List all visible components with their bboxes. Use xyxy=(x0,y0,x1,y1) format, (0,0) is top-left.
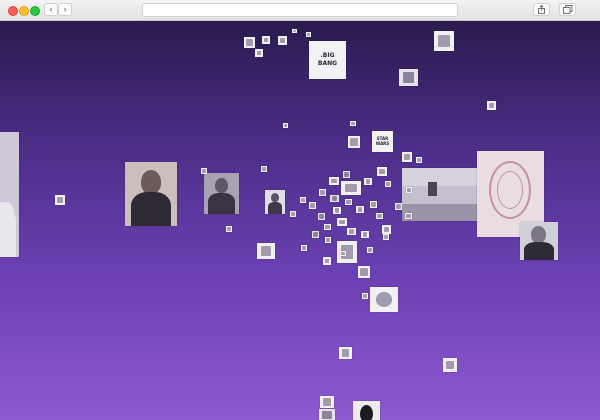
portrait-tile[interactable] xyxy=(520,222,558,260)
browser-window: ‹ › .BIG BANG STAR WARS xyxy=(0,0,600,420)
image-tile[interactable] xyxy=(257,243,275,259)
image-tile[interactable] xyxy=(347,228,356,235)
image-tile[interactable] xyxy=(385,181,391,187)
card-line-1: .BIG xyxy=(320,52,335,59)
image-tile[interactable] xyxy=(395,203,402,210)
zoom-icon[interactable] xyxy=(30,6,40,16)
share-icon xyxy=(538,5,545,14)
image-tile[interactable] xyxy=(325,237,331,243)
image-tile[interactable] xyxy=(283,123,288,128)
landscape-tile[interactable] xyxy=(402,168,477,221)
image-tile[interactable] xyxy=(337,218,347,226)
image-tile[interactable] xyxy=(340,251,346,256)
image-tile[interactable] xyxy=(301,245,307,251)
image-tile[interactable] xyxy=(376,213,383,219)
image-tile[interactable] xyxy=(261,166,267,172)
image-tile[interactable] xyxy=(319,189,326,196)
image-tile[interactable] xyxy=(362,293,368,299)
chevron-left-icon: ‹ xyxy=(49,4,53,14)
image-tile[interactable] xyxy=(341,181,361,195)
image-tile[interactable] xyxy=(323,257,331,265)
image-tile[interactable] xyxy=(312,231,319,238)
minimize-icon[interactable] xyxy=(19,6,29,16)
image-tile[interactable] xyxy=(292,29,297,33)
image-tile[interactable] xyxy=(405,213,412,219)
portrait-tile[interactable] xyxy=(204,173,239,214)
image-tile[interactable] xyxy=(262,36,270,44)
image-tile[interactable] xyxy=(318,213,325,220)
image-tile[interactable] xyxy=(356,206,364,213)
image-tile[interactable] xyxy=(364,178,372,185)
forward-button[interactable]: › xyxy=(58,3,72,16)
image-tile[interactable] xyxy=(278,36,287,45)
image-tile[interactable] xyxy=(434,31,454,51)
image-tile[interactable] xyxy=(201,168,207,174)
image-tile[interactable] xyxy=(306,32,311,37)
image-tile[interactable] xyxy=(370,201,377,208)
image-cloud-canvas[interactable]: .BIG BANG STAR WARS xyxy=(0,21,600,420)
image-tile[interactable] xyxy=(443,358,457,372)
image-tile[interactable] xyxy=(382,225,391,234)
image-tile[interactable] xyxy=(402,152,412,162)
chevron-right-icon: › xyxy=(63,4,67,14)
image-tile[interactable] xyxy=(399,69,418,86)
image-tile[interactable] xyxy=(329,177,339,185)
image-tile[interactable] xyxy=(290,211,296,217)
image-tile[interactable] xyxy=(339,347,352,359)
image-tile[interactable] xyxy=(55,195,65,205)
address-bar[interactable] xyxy=(142,3,458,17)
image-tile[interactable] xyxy=(367,247,373,253)
back-button[interactable]: ‹ xyxy=(44,3,58,16)
card-line-2: BANG xyxy=(317,60,338,67)
image-tile[interactable] xyxy=(487,101,496,110)
image-tile[interactable] xyxy=(300,197,306,203)
image-tile[interactable] xyxy=(319,409,335,420)
image-tile[interactable] xyxy=(377,167,387,176)
tabs-icon xyxy=(563,5,573,14)
tabs-button[interactable] xyxy=(559,3,576,16)
image-tile[interactable] xyxy=(333,207,341,214)
image-tile[interactable] xyxy=(358,266,370,278)
image-tile[interactable] xyxy=(350,121,356,126)
card-line-2: WARS xyxy=(375,141,390,146)
image-tile[interactable] xyxy=(330,195,339,202)
image-tile[interactable] xyxy=(353,401,380,420)
image-tile[interactable] xyxy=(345,199,352,205)
share-button[interactable] xyxy=(533,3,550,16)
star-wars-card[interactable]: STAR WARS xyxy=(372,131,393,152)
big-bang-card[interactable]: .BIG BANG xyxy=(309,41,346,79)
close-icon[interactable] xyxy=(8,6,18,16)
image-tile[interactable] xyxy=(416,157,422,163)
image-tile[interactable] xyxy=(226,226,232,232)
portrait-tile[interactable] xyxy=(265,190,285,214)
image-tile[interactable] xyxy=(0,132,19,257)
browser-toolbar: ‹ › xyxy=(0,0,600,21)
image-tile[interactable] xyxy=(343,171,350,178)
image-tile[interactable] xyxy=(383,234,389,240)
image-tile[interactable] xyxy=(309,202,316,209)
image-tile[interactable] xyxy=(361,231,369,238)
image-tile[interactable] xyxy=(320,396,334,408)
portrait-tile[interactable] xyxy=(125,162,177,226)
image-tile[interactable] xyxy=(348,136,360,148)
image-tile[interactable] xyxy=(406,187,412,193)
image-tile[interactable] xyxy=(370,287,398,312)
image-tile[interactable] xyxy=(324,224,331,230)
image-tile[interactable] xyxy=(244,37,255,48)
image-tile[interactable] xyxy=(255,49,263,57)
